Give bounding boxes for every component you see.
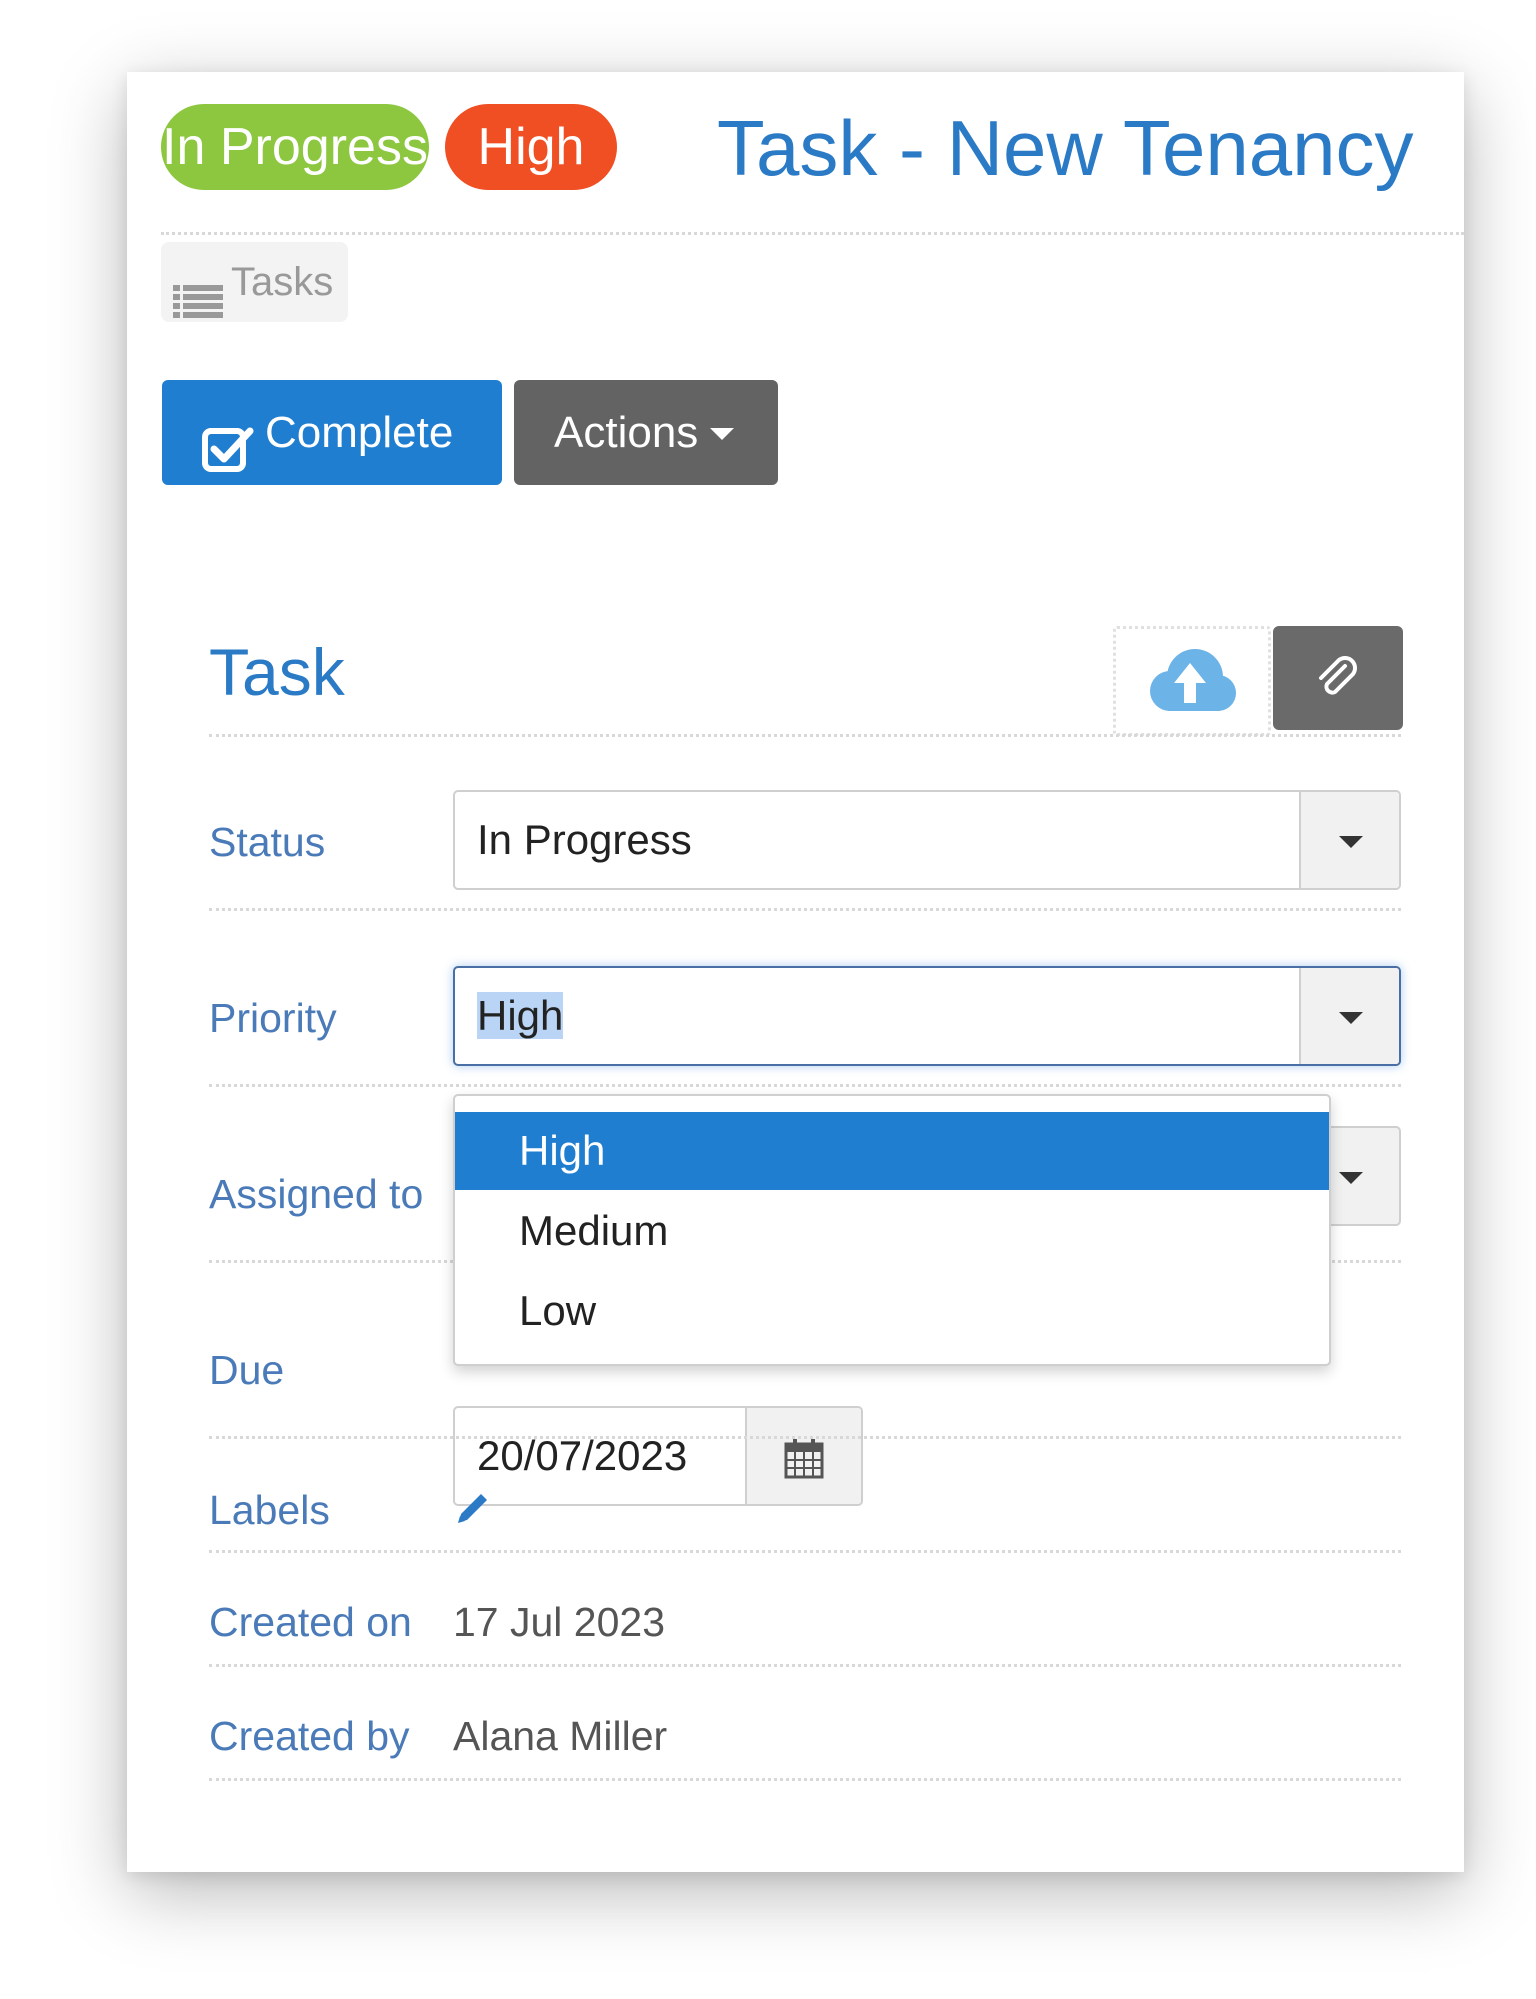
- priority-select-value: High: [477, 992, 564, 1039]
- paperclip-icon: [1313, 654, 1363, 709]
- cloud-upload-icon: [1140, 639, 1240, 724]
- row-divider: [209, 1084, 1401, 1087]
- priority-select-toggle[interactable]: [1299, 968, 1399, 1064]
- caret-down-icon: [1339, 1012, 1363, 1024]
- priority-badge: High: [445, 104, 617, 190]
- section-divider: [209, 734, 1401, 737]
- due-date-field[interactable]: 20/07/2023: [453, 1406, 863, 1506]
- row-divider: [209, 1664, 1401, 1667]
- priority-select[interactable]: High: [453, 966, 1401, 1066]
- status-select[interactable]: In Progress: [453, 790, 1401, 890]
- caret-down-icon: [710, 428, 734, 440]
- status-badge: In Progress: [161, 104, 429, 190]
- created-by-value: Alana Miller: [453, 1713, 668, 1759]
- row-divider: [209, 1436, 1401, 1439]
- caret-down-icon: [1339, 1172, 1363, 1184]
- section-title: Task: [209, 635, 345, 709]
- page-title: Task - New Tenancy: [717, 104, 1414, 192]
- priority-option-low[interactable]: Low: [455, 1272, 1329, 1350]
- actions-dropdown-button[interactable]: Actions: [514, 380, 778, 485]
- tasks-link-label: Tasks: [231, 260, 334, 304]
- complete-button-label: Complete: [265, 408, 454, 457]
- actions-button-label: Actions: [554, 408, 699, 457]
- list-icon: [173, 266, 223, 346]
- assigned-label: Assigned to: [209, 1171, 424, 1217]
- upload-dropzone[interactable]: [1113, 626, 1271, 736]
- labels-label: Labels: [209, 1487, 330, 1533]
- created-on-label: Created on: [209, 1599, 412, 1645]
- attach-button[interactable]: [1273, 626, 1403, 730]
- created-on-value: 17 Jul 2023: [453, 1599, 666, 1645]
- tasks-link[interactable]: Tasks: [161, 242, 348, 322]
- task-panel: In Progress High Task - New Tenancy Task…: [127, 72, 1464, 1872]
- header-divider: [161, 232, 1464, 235]
- status-select-value: In Progress: [477, 816, 692, 863]
- row-divider: [209, 1778, 1401, 1781]
- row-divider: [209, 1550, 1401, 1553]
- checkbox-check-icon: [202, 408, 254, 513]
- priority-label: Priority: [209, 995, 337, 1041]
- calendar-icon: [783, 1438, 825, 1485]
- status-label: Status: [209, 819, 326, 865]
- due-date-value: 20/07/2023: [477, 1432, 688, 1479]
- priority-dropdown-menu: High Medium Low: [453, 1094, 1331, 1366]
- created-by-label: Created by: [209, 1713, 410, 1759]
- status-select-toggle[interactable]: [1299, 792, 1399, 888]
- due-label: Due: [209, 1347, 285, 1393]
- row-divider: [209, 908, 1401, 911]
- caret-down-icon: [1339, 836, 1363, 848]
- priority-option-high[interactable]: High: [455, 1112, 1329, 1190]
- pencil-icon[interactable]: [453, 1488, 493, 1533]
- calendar-button[interactable]: [745, 1408, 861, 1504]
- priority-option-medium[interactable]: Medium: [455, 1192, 1329, 1270]
- complete-button[interactable]: Complete: [162, 380, 502, 485]
